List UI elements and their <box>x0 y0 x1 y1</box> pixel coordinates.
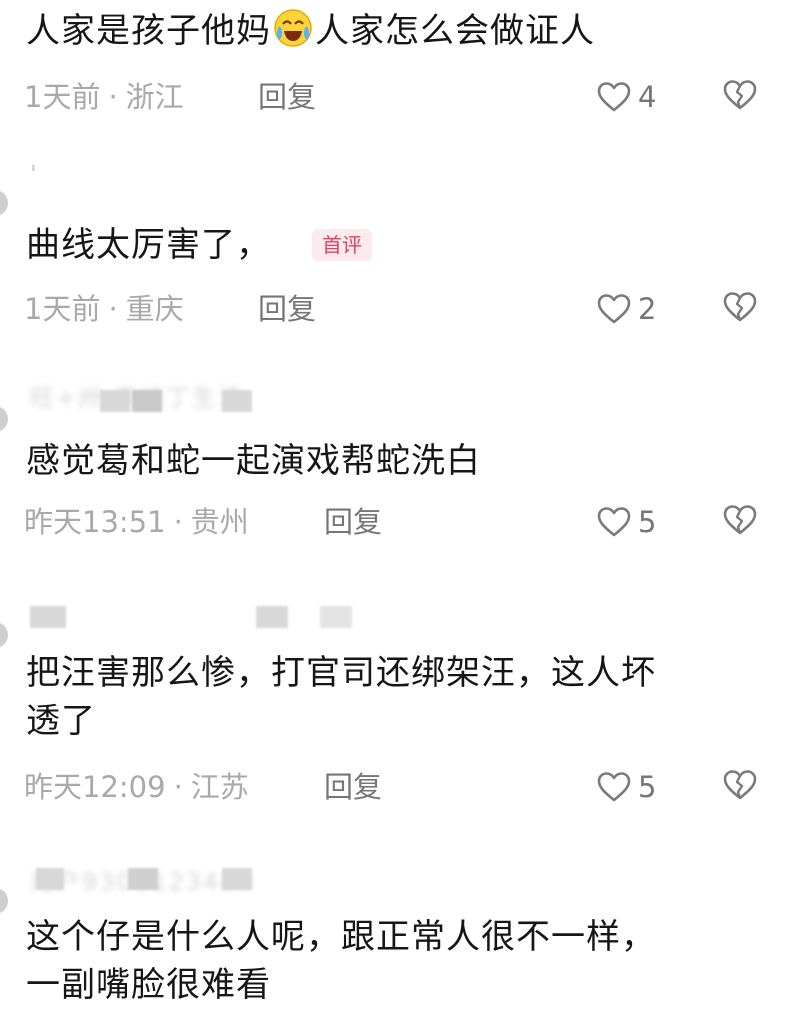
comment-time: 1天前 <box>24 80 101 114</box>
dislike-button[interactable] <box>722 502 758 542</box>
crying-laughing-emoji-icon <box>273 8 313 48</box>
like-count: 4 <box>638 80 657 114</box>
comment-meta: 1天前 · 重庆 <box>24 289 184 329</box>
meta-separator: · <box>173 770 183 804</box>
dislike-button[interactable] <box>722 289 758 329</box>
first-comment-badge: 首评 <box>312 229 372 261</box>
comment-text: 曲线太厉害了， <box>26 225 271 265</box>
comment-text-line: 透了 <box>26 701 96 741</box>
like-button[interactable]: 5 <box>596 502 656 542</box>
username-mosaic <box>100 390 130 412</box>
comment-meta: 1天前 · 浙江 <box>24 77 184 117</box>
dislike-button[interactable] <box>722 77 758 117</box>
comment-meta: 昨天12:09 · 江苏 <box>24 767 249 807</box>
broken-heart-icon <box>722 79 758 115</box>
comment-text-part: 人家是孩子他妈 <box>26 11 271 51</box>
comment-time: 昨天12:09 <box>24 770 166 804</box>
avatar[interactable] <box>0 888 8 914</box>
comment-text-line: 一副嘴脸很难看 <box>26 965 271 1005</box>
username-mosaic <box>320 606 352 628</box>
heart-outline-icon <box>596 771 632 803</box>
comment-text-line: 这个仔是什么人呢，跟正常人很不一样， <box>26 917 656 957</box>
comment-location: 浙江 <box>125 80 184 114</box>
heart-outline-icon <box>596 293 632 325</box>
like-button[interactable]: 4 <box>596 77 656 117</box>
reply-button[interactable]: 回复 <box>324 502 382 542</box>
comment-location: 江苏 <box>190 770 249 804</box>
username-mosaic <box>132 390 162 412</box>
like-count: 5 <box>638 770 657 804</box>
username-mosaic <box>36 868 64 890</box>
like-count: 2 <box>638 292 657 326</box>
comment-location: 贵州 <box>190 505 249 539</box>
broken-heart-icon <box>722 504 758 540</box>
comment-time: 昨天13:51 <box>24 505 166 539</box>
broken-heart-icon <box>722 291 758 327</box>
comment-text-part: 人家怎么会做证人 <box>315 11 595 51</box>
username-mosaic <box>30 606 66 628</box>
comment-text: 感觉葛和蛇一起演戏帮蛇洗白 <box>26 441 481 481</box>
like-button[interactable]: 2 <box>596 289 656 329</box>
meta-separator: · <box>108 80 118 114</box>
reply-button[interactable]: 回复 <box>258 289 316 329</box>
comment-username[interactable]: ' <box>30 160 39 188</box>
username-mosaic <box>222 390 252 412</box>
avatar[interactable] <box>0 406 8 432</box>
heart-outline-icon <box>596 506 632 538</box>
broken-heart-icon <box>722 769 758 805</box>
reply-button[interactable]: 回复 <box>258 77 316 117</box>
comment-meta: 昨天13:51 · 贵州 <box>24 502 249 542</box>
like-count: 5 <box>638 505 657 539</box>
avatar[interactable] <box>0 622 8 648</box>
reply-button[interactable]: 回复 <box>324 767 382 807</box>
username-mosaic <box>256 606 288 628</box>
comment-location: 重庆 <box>125 292 184 326</box>
dislike-button[interactable] <box>722 767 758 807</box>
heart-outline-icon <box>596 81 632 113</box>
avatar[interactable] <box>0 190 8 216</box>
meta-separator: · <box>173 505 183 539</box>
comment-text: 人家是孩子他妈 人家怎么会做证人 <box>26 8 756 54</box>
username-mosaic <box>128 868 158 890</box>
meta-separator: · <box>108 292 118 326</box>
like-button[interactable]: 5 <box>596 767 656 807</box>
comment-time: 1天前 <box>24 292 101 326</box>
comment-text-line: 把汪害那么惨，打官司还绑架汪，这人坏 <box>26 653 656 693</box>
username-mosaic <box>222 868 252 890</box>
